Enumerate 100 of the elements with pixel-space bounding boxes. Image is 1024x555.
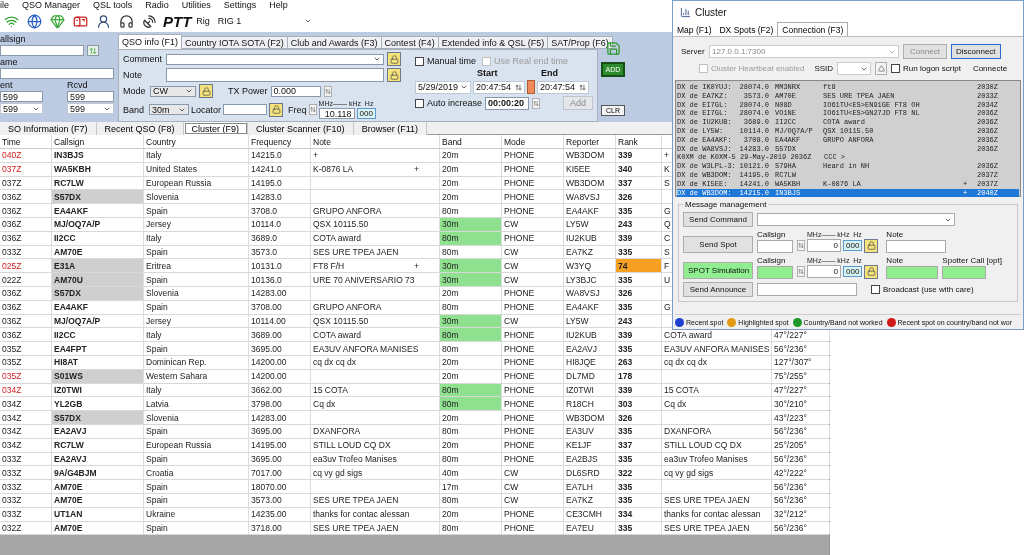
increment-field[interactable]: 00:00:20 — [485, 96, 530, 110]
table-cell: 9A/G4BJM — [52, 466, 144, 480]
spot-simulation-button[interactable]: SPOT Simulation — [683, 262, 753, 279]
tab[interactable]: SO Information (F7) — [0, 122, 97, 135]
send-command-button[interactable]: Send Command — [683, 212, 753, 227]
column-header[interactable]: Country — [144, 135, 249, 148]
mode-select[interactable]: CW — [150, 85, 196, 97]
table-cell: Eritrea — [144, 259, 249, 273]
table-cell: Ukraine — [144, 507, 249, 521]
field-label: allsign — [0, 34, 27, 44]
column-header[interactable]: Mode — [502, 135, 564, 148]
table-cell: 56°/236° — [772, 424, 830, 438]
table-cell: 80m — [440, 424, 502, 438]
server-select[interactable]: 127.0.0.1:7300 — [709, 45, 899, 58]
send-announce-button[interactable]: Send Announce — [683, 282, 753, 297]
column-header[interactable]: Time — [0, 135, 52, 148]
end-time-field[interactable]: 20:47:54 — [537, 80, 589, 94]
tx-power-field[interactable]: 0.000 — [270, 85, 321, 97]
hz-field[interactable]: 000 — [843, 266, 863, 277]
table-cell: PHONE — [502, 190, 564, 204]
tab[interactable]: QSO info (F1) — [118, 34, 182, 49]
menu-item[interactable]: Help — [269, 1, 288, 10]
start-time-field[interactable]: 20:47:54 — [473, 80, 525, 94]
sent-field[interactable]: 599 — [0, 91, 43, 102]
hz-field[interactable]: 000 — [843, 240, 863, 251]
menu-item[interactable]: Utilities — [181, 1, 211, 10]
table-cell: 14195.0 — [249, 176, 311, 190]
tab[interactable]: Extended info & QSL (F5) — [437, 36, 549, 49]
menu-item[interactable]: ile — [0, 1, 9, 10]
rcvd-field[interactable]: 599 — [67, 91, 114, 102]
table-cell: 20m — [440, 438, 502, 452]
ptt-label[interactable]: PTT — [163, 12, 192, 30]
frequency-field[interactable]: 10.118 — [318, 108, 355, 119]
disconnect-button[interactable]: Disconnect — [951, 44, 1001, 59]
menu-item[interactable]: Radio — [145, 1, 169, 10]
table-cell: Spain — [144, 452, 249, 466]
table-cell: 335 — [616, 342, 662, 355]
column-header[interactable]: Callsign — [52, 135, 144, 148]
table-cell: 3689.00 — [249, 328, 311, 342]
table-cell: 339 — [616, 149, 662, 162]
table-cell: 80m — [440, 328, 502, 342]
table-cell: 326 — [616, 190, 662, 204]
table-cell: PHONE — [502, 507, 564, 521]
table-cell: 3708.00 — [249, 300, 311, 314]
table-cell: HI8AT — [52, 355, 144, 369]
column-header[interactable]: Rank — [616, 135, 662, 148]
rcvd-select[interactable]: 599 — [67, 103, 114, 114]
tab[interactable]: Club and Awards (F3) — [286, 36, 382, 49]
send-spot-button[interactable]: Send Spot — [683, 236, 753, 253]
menu-item[interactable]: QSO Manager — [22, 1, 81, 10]
menu-item[interactable]: Settings — [223, 1, 257, 10]
table-cell: 335 — [616, 452, 662, 466]
column-header[interactable]: Note — [311, 135, 440, 148]
table-cell: PHONE — [502, 286, 564, 300]
table-cell: 036Z — [0, 328, 52, 342]
table-cell: PHONE — [502, 424, 564, 438]
table-cell: 243 — [616, 218, 662, 231]
tab[interactable]: Browser (F11) — [353, 122, 427, 135]
table-cell: Croatia — [144, 466, 249, 480]
field-label: Mode — [123, 86, 147, 96]
table-cell: STILL LOUD CQ DX — [662, 438, 772, 452]
table-cell: Slovenia — [144, 190, 249, 204]
table-cell: 033Z — [0, 245, 52, 259]
table-cell: 243 — [616, 314, 662, 328]
table-cell: CE3CMH — [564, 507, 616, 521]
tab[interactable]: Country IOTA SOTA (F2) — [181, 36, 288, 49]
field-label: Start — [477, 68, 499, 78]
tab[interactable]: SAT/Prop (F6) — [547, 36, 613, 49]
table-cell: EA4AKF — [52, 204, 144, 217]
table-cell: LY5W — [564, 218, 616, 231]
table-cell: 56°/236° — [772, 342, 830, 355]
hz-field[interactable]: 000 — [356, 108, 376, 119]
table-cell: 56°/236° — [772, 452, 830, 466]
table-cell: 339 — [616, 383, 662, 397]
table-cell: PHONE — [502, 300, 564, 314]
table-cell: 80m — [440, 521, 502, 535]
menu-item[interactable]: QSL tools — [93, 1, 133, 10]
rig-label: Rig — [196, 16, 210, 26]
tab[interactable]: Contest (F4) — [380, 36, 439, 49]
table-cell: 335 — [616, 204, 662, 217]
date-select[interactable]: 5/29/2019 — [415, 80, 471, 94]
tab[interactable]: Connection (F3) — [777, 22, 849, 36]
frequency-field[interactable]: 0 — [807, 265, 841, 278]
tab[interactable]: Recent QSO (F8) — [96, 122, 184, 135]
sent-select[interactable]: 599 — [0, 103, 43, 114]
table-cell: IU2KUB — [564, 231, 616, 245]
table-cell: 14200.00 — [249, 369, 311, 383]
column-header[interactable]: Frequency — [249, 135, 311, 148]
table-cell: Italy — [144, 231, 249, 245]
column-header[interactable]: Reporter — [564, 135, 616, 148]
band-select[interactable]: 30m — [149, 104, 189, 115]
table-cell: PHONE — [502, 176, 564, 190]
frequency-field[interactable]: 0 — [807, 239, 841, 252]
table-cell: 326 — [616, 286, 662, 300]
table-cell: PHONE — [502, 369, 564, 383]
column-header[interactable]: Band — [440, 135, 502, 148]
table-cell: SES URE TPEA JAEN — [311, 245, 440, 259]
tab[interactable]: Cluster Scanner (F10) — [248, 122, 354, 135]
table-cell: PHONE — [502, 411, 564, 424]
table-cell: 037Z — [0, 162, 52, 176]
